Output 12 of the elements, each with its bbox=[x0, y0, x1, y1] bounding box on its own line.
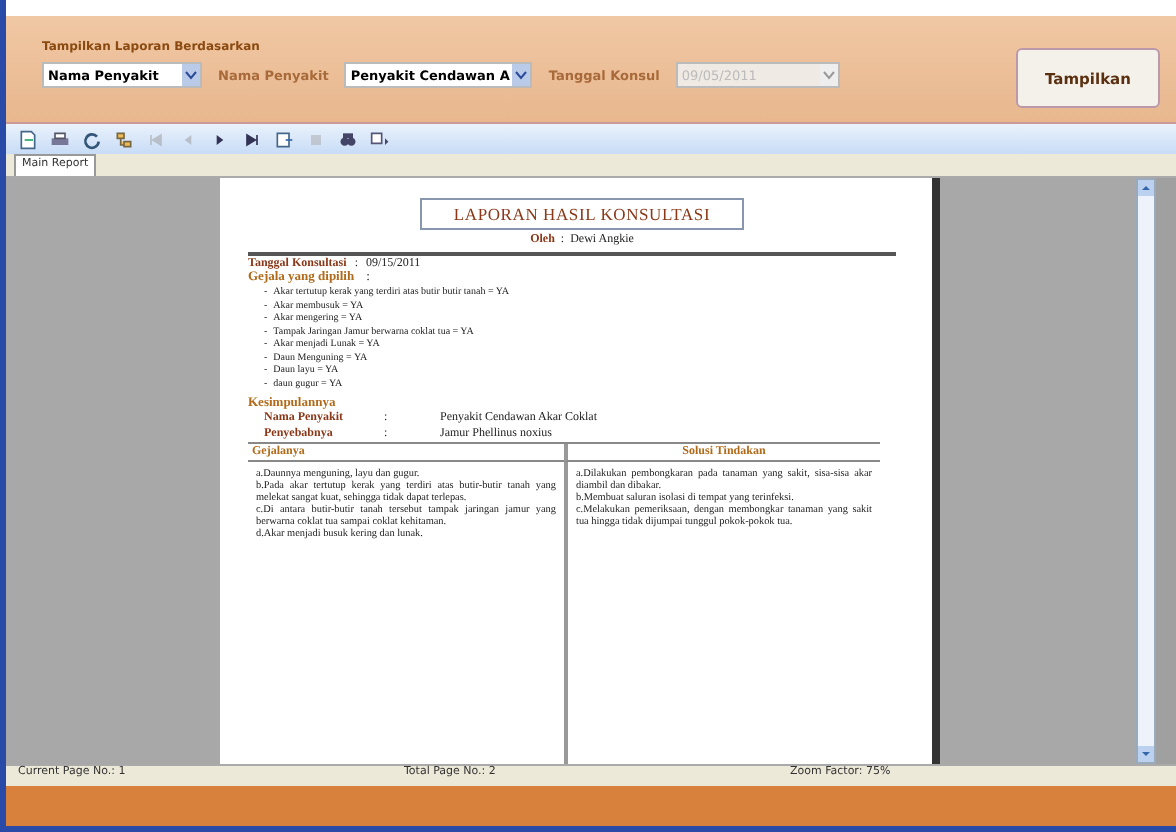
last-icon[interactable] bbox=[242, 129, 262, 149]
scroll-down-icon[interactable] bbox=[1138, 746, 1154, 762]
goto-icon[interactable] bbox=[274, 129, 294, 149]
scroll-up-icon[interactable] bbox=[1138, 180, 1154, 196]
refresh-icon[interactable] bbox=[82, 129, 102, 149]
tree-icon[interactable] bbox=[114, 129, 134, 149]
print-icon[interactable] bbox=[50, 129, 70, 149]
vertical-scrollbar[interactable] bbox=[1136, 178, 1156, 764]
search-icon[interactable] bbox=[338, 129, 358, 149]
zoom-icon[interactable] bbox=[370, 129, 390, 149]
export-icon[interactable] bbox=[18, 129, 38, 149]
report-title: LAPORAN HASIL KONSULTASI bbox=[419, 198, 745, 230]
